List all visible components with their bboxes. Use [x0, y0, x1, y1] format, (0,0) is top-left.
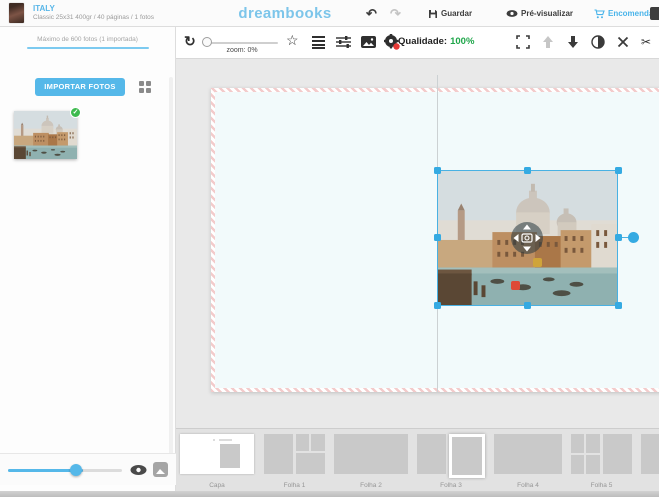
- page-label: Folha 2: [334, 482, 408, 489]
- photo-view-icon[interactable]: [153, 462, 168, 477]
- move-photo-overlay[interactable]: [510, 221, 544, 255]
- pages-strip: Capa Folha 1 Folha 2: [176, 428, 659, 491]
- photo-limit-progress: [27, 47, 149, 49]
- arrow-down-icon[interactable]: [566, 35, 580, 49]
- hide-used-photos-icon[interactable]: [130, 464, 147, 476]
- preview-label: Pré-visualizar: [521, 9, 573, 18]
- book-canvas[interactable]: [176, 59, 659, 428]
- star-icon[interactable]: ☆: [286, 32, 299, 49]
- eye-icon: [506, 9, 518, 18]
- resize-handle-bottom[interactable]: [524, 302, 531, 309]
- page-thumbnails-row: Capa Folha 1 Folha 2: [180, 434, 659, 489]
- arrow-up-icon[interactable]: [541, 35, 555, 49]
- folha1-right-page[interactable]: [296, 434, 325, 474]
- resize-handle-top-right[interactable]: [615, 167, 622, 174]
- undo-icon: ↶: [366, 7, 377, 20]
- folha1-left-page[interactable]: [264, 434, 293, 474]
- redo-button[interactable]: ↷: [390, 0, 401, 27]
- cart-icon: [594, 9, 605, 19]
- resize-handle-left[interactable]: [434, 234, 441, 241]
- quality-label: Qualidade:: [398, 36, 447, 47]
- page-label: Folha 3: [417, 482, 485, 489]
- contrast-icon[interactable]: [591, 35, 605, 49]
- zoom-slider[interactable]: [206, 42, 278, 44]
- fit-screen-icon[interactable]: [516, 35, 530, 49]
- photos-sidebar: Máximo de 600 fotos (1 importada) IMPORT…: [0, 27, 176, 491]
- resize-handle-right[interactable]: [615, 234, 622, 241]
- cover-thumbnail[interactable]: [180, 434, 254, 474]
- delete-icon[interactable]: [616, 35, 630, 49]
- venice-photo-thumbnail: [14, 111, 77, 159]
- photo-alert-badge[interactable]: [511, 281, 520, 290]
- import-photos-button[interactable]: IMPORTAR FOTOS: [35, 78, 125, 96]
- folha3-right-page-selected[interactable]: [449, 434, 485, 478]
- redo-icon: ↷: [390, 7, 401, 20]
- editor-toolbar: ↻ zoom: 0% ☆: [176, 27, 659, 59]
- scissors-icon[interactable]: ✂: [641, 35, 651, 49]
- page-thumb-folha3[interactable]: Folha 3: [417, 434, 485, 489]
- thumbnail-size-slider-handle[interactable]: [70, 464, 82, 476]
- save-button[interactable]: Guardar: [428, 0, 472, 27]
- quality-indicator: Qualidade:100%: [398, 36, 474, 47]
- project-cover-thumbnail[interactable]: [9, 3, 24, 23]
- page-thumb-folha4[interactable]: Folha 4: [494, 434, 562, 489]
- folha3-left-page[interactable]: [417, 434, 446, 474]
- resize-handle-bottom-right[interactable]: [615, 302, 622, 309]
- page-thumb-partial[interactable]: [641, 434, 659, 478]
- resize-handle-top-left[interactable]: [434, 167, 441, 174]
- folha6-partial[interactable]: [641, 434, 659, 474]
- page-thumb-folha1[interactable]: Folha 1: [264, 434, 325, 489]
- photo-limit-text: Máximo de 600 fotos (1 importada): [0, 27, 175, 43]
- zoom-slider-handle[interactable]: [202, 37, 212, 47]
- page-label: Capa: [180, 482, 254, 489]
- resize-handle-bottom-left[interactable]: [434, 302, 441, 309]
- save-label: Guardar: [441, 9, 472, 18]
- page-thumb-folha2[interactable]: Folha 2: [334, 434, 408, 489]
- page-label: Folha 1: [264, 482, 325, 489]
- folha2-spread[interactable]: [334, 434, 408, 474]
- view-grid-icon[interactable]: [139, 81, 151, 93]
- bottom-scrollbar[interactable]: [0, 491, 659, 497]
- image-icon[interactable]: [361, 36, 376, 48]
- zoom-label: zoom: 0%: [208, 47, 276, 54]
- rotate-handle[interactable]: [628, 232, 639, 243]
- order-button[interactable]: Encomendar: [594, 0, 656, 27]
- layouts-icon[interactable]: [312, 36, 325, 51]
- rotate-icon[interactable]: ↻: [184, 33, 196, 50]
- thumbnail-size-slider[interactable]: [8, 469, 122, 472]
- top-bar: ITALY Classic 25x31 400gr / 40 páginas /…: [0, 0, 659, 27]
- object-tools: ✂: [516, 35, 651, 49]
- project-specs: Classic 25x31 400gr / 40 páginas / 1 fot…: [33, 14, 154, 21]
- page-thumb-cover[interactable]: Capa: [180, 434, 254, 489]
- menu-icon[interactable]: [650, 7, 659, 20]
- dreambooks-editor-window: ITALY Classic 25x31 400gr / 40 páginas /…: [0, 0, 659, 497]
- photo-warning-badge[interactable]: [533, 258, 542, 267]
- adjustments-icon[interactable]: [336, 35, 351, 49]
- project-title[interactable]: ITALY: [33, 4, 55, 13]
- page-label: Folha 5: [571, 482, 632, 489]
- sidebar-scrollbar[interactable]: [169, 77, 173, 467]
- floppy-icon: [428, 9, 438, 19]
- folha4-spread[interactable]: [494, 434, 562, 474]
- folha5-right-page[interactable]: [603, 434, 632, 474]
- thumbnail-size-controls: [0, 453, 176, 485]
- undo-button[interactable]: ↶: [366, 0, 377, 27]
- page-label: Folha 4: [494, 482, 562, 489]
- photo-used-badge: ✓: [70, 107, 81, 118]
- resize-handle-top[interactable]: [524, 167, 531, 174]
- page-thumb-folha5[interactable]: Folha 5: [571, 434, 632, 489]
- cover-photo-placeholder: [220, 444, 240, 468]
- dreambooks-logo: dreambooks: [205, 5, 365, 22]
- quality-value: 100%: [450, 36, 474, 47]
- folha5-left-page[interactable]: [571, 434, 600, 474]
- preview-button[interactable]: Pré-visualizar: [506, 0, 573, 27]
- photo-library-item[interactable]: ✓: [14, 111, 77, 159]
